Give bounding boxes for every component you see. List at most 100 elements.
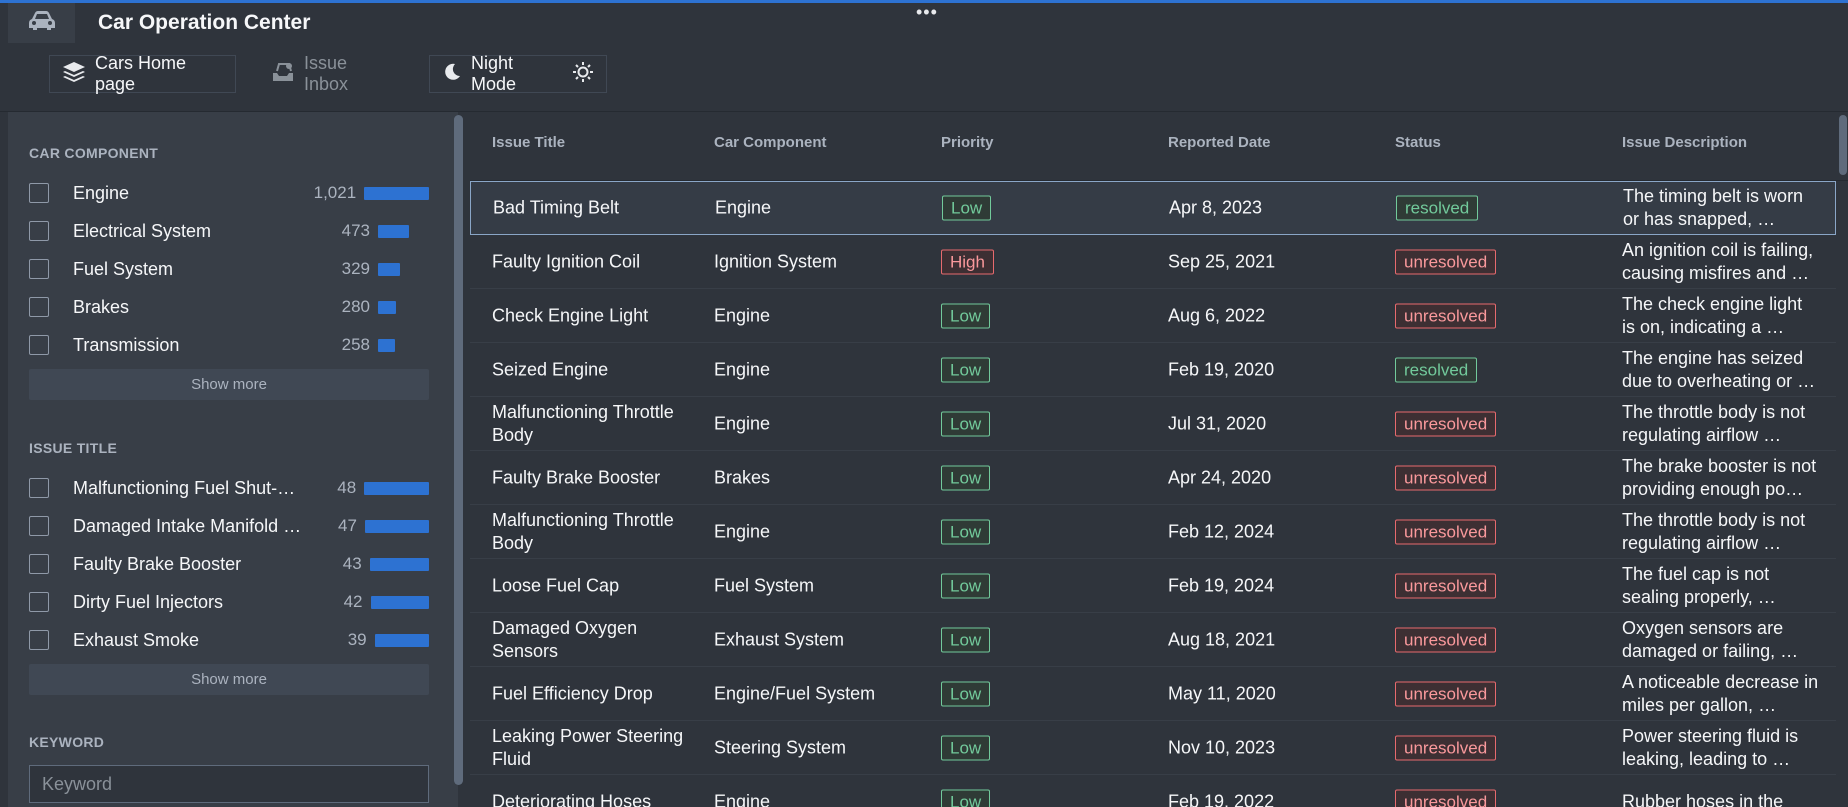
status-tag: resolved	[1395, 357, 1478, 382]
priority-tag: Low	[941, 573, 991, 598]
facet-count-bar	[378, 300, 396, 314]
status-tag: resolved	[1396, 195, 1479, 221]
facet-count-bar	[370, 595, 429, 609]
inbox-icon	[271, 61, 295, 88]
night-mode-toggle[interactable]: Night Mode	[429, 53, 607, 94]
component-facet-row[interactable]: Engine 1,021	[29, 178, 429, 208]
facet-count: 258	[341, 335, 370, 354]
sidebar-scrollbar[interactable]	[454, 115, 463, 785]
issue-title-facet-row[interactable]: Faulty Brake Booster 43	[29, 549, 429, 579]
car-component-cell: Steering System	[714, 737, 847, 757]
issue-title-facet-row[interactable]: Malfunctioning Fuel Shut-Off… 48	[29, 473, 429, 503]
facet-label: Faulty Brake Booster	[73, 553, 242, 574]
status-tag: unresolved	[1395, 465, 1497, 490]
facet-checkbox[interactable]	[29, 183, 49, 203]
cars-home-page-button[interactable]: Cars Home page	[49, 53, 236, 94]
car-component-cell: Engine	[714, 521, 771, 541]
priority-tag: Low	[941, 789, 991, 807]
header-car-component[interactable]: Car Component	[714, 134, 827, 151]
table-row[interactable]: Malfunctioning Throttle Body Engine Low Feb…	[470, 505, 1836, 559]
header-issue-description[interactable]: Issue Description	[1622, 134, 1747, 151]
table-row[interactable]: Loose Fuel Cap Fuel System Low Feb 19, 2024…	[470, 559, 1836, 613]
facet-checkbox[interactable]	[29, 554, 49, 574]
table-row[interactable]: Damaged Oxygen Sensors Exhaust System Low A…	[470, 613, 1836, 667]
table-row[interactable]: Deteriorating Hoses Engine Low Feb 19, 2022…	[470, 775, 1836, 807]
table-row[interactable]: Faulty Brake Booster Brakes Low Apr 24, 202…	[470, 451, 1836, 505]
car-component-cell: Exhaust System	[714, 629, 845, 649]
facet-label: Engine	[73, 182, 130, 203]
status-tag: unresolved	[1395, 519, 1497, 544]
table-row[interactable]: Leaking Power Steering Fluid Steering Sys…	[470, 721, 1836, 775]
issue-description-cell: A noticeable decrease in miles per gallo…	[1622, 671, 1819, 715]
issue-description-cell: The engine has seized due to overheating…	[1622, 347, 1816, 391]
issue-title-facet-row[interactable]: Damaged Intake Manifold Ga… 47	[29, 511, 430, 541]
facet-label: Malfunctioning Fuel Shut-Off…	[73, 477, 307, 498]
facet-count-bar	[364, 519, 430, 533]
facet-checkbox[interactable]	[29, 592, 49, 612]
facet-count-bar	[364, 186, 429, 200]
facet-checkbox[interactable]	[29, 297, 49, 317]
reported-date-cell: May 11, 2020	[1168, 683, 1276, 703]
facet-checkbox[interactable]	[29, 335, 49, 355]
status-tag: unresolved	[1395, 789, 1497, 807]
status-tag: unresolved	[1395, 627, 1497, 652]
table-row[interactable]: Fuel Efficiency Drop Engine/Fuel System Lo…	[470, 667, 1836, 721]
table-scrollbar[interactable]	[1839, 115, 1847, 175]
facet-count: 42	[343, 592, 363, 611]
header-priority[interactable]: Priority	[941, 134, 994, 151]
table-row[interactable]: Check Engine Light Engine Low Aug 6, 2022 un…	[470, 289, 1836, 343]
issue-title-cell: Fuel Efficiency Drop	[492, 683, 653, 703]
facet-label: Exhaust Smoke	[73, 629, 200, 650]
car-component-heading: CAR COMPONENT	[29, 145, 159, 161]
logo[interactable]	[8, 3, 75, 43]
facet-checkbox[interactable]	[29, 478, 49, 498]
issue-description-cell: An ignition coil is failing, causing mis…	[1622, 239, 1814, 283]
status-tag: unresolved	[1395, 249, 1497, 274]
component-facet-row[interactable]: Electrical System 473	[29, 216, 429, 246]
issue-description-cell: Rubber hoses in the	[1622, 791, 1784, 807]
priority-tag: Low	[941, 681, 991, 706]
component-facet-row[interactable]: Fuel System 329	[29, 254, 429, 284]
reported-date-cell: Feb 19, 2020	[1168, 359, 1275, 379]
issue-title-cell: Faulty Ignition Coil	[492, 251, 641, 271]
reported-date-cell: Apr 8, 2023	[1169, 197, 1263, 218]
show-more-issues-button[interactable]: Show more	[29, 664, 429, 695]
facet-count-bar	[374, 633, 429, 647]
facet-count: 48	[337, 478, 357, 497]
issue-inbox-button[interactable]: Issue Inbox	[258, 53, 408, 94]
reported-date-cell: Aug 6, 2022	[1168, 305, 1266, 325]
facet-checkbox[interactable]	[29, 516, 49, 536]
status-tag: unresolved	[1395, 573, 1497, 598]
table-row[interactable]: Bad Timing Belt Engine Low Apr 8, 2023 resol…	[470, 181, 1836, 235]
issue-title-cell: Deteriorating Hoses	[492, 791, 652, 807]
priority-tag: Low	[941, 465, 991, 490]
header-reported-date[interactable]: Reported Date	[1168, 134, 1271, 151]
facet-count: 473	[341, 221, 370, 240]
car-component-cell: Engine	[714, 305, 771, 325]
priority-tag: Low	[941, 303, 991, 328]
issue-title-facet-row[interactable]: Dirty Fuel Injectors 42	[29, 587, 429, 617]
priority-tag: Low	[942, 195, 992, 221]
table-row[interactable]: Malfunctioning Throttle Body Engine Low Jul…	[470, 397, 1836, 451]
show-more-components-button[interactable]: Show more	[29, 369, 429, 400]
header-issue-title[interactable]: Issue Title	[492, 134, 565, 151]
reported-date-cell: Feb 19, 2024	[1168, 575, 1275, 595]
header-status[interactable]: Status	[1395, 134, 1441, 151]
car-icon	[27, 10, 57, 37]
facet-label: Transmission	[73, 334, 180, 355]
keyword-input[interactable]	[29, 765, 429, 803]
more-icon[interactable]: •••	[916, 3, 938, 21]
table-row[interactable]: Seized Engine Engine Low Feb 19, 2020 resolv…	[470, 343, 1836, 397]
facet-checkbox[interactable]	[29, 630, 49, 650]
facet-checkbox[interactable]	[29, 221, 49, 241]
component-facet-row[interactable]: Transmission 258	[29, 330, 429, 360]
facet-count-bar	[378, 262, 400, 276]
table-row[interactable]: Faulty Ignition Coil Ignition System High S…	[470, 235, 1836, 289]
issue-title-facet-row[interactable]: Exhaust Smoke 39	[29, 625, 429, 655]
component-facet-row[interactable]: Brakes 280	[29, 292, 429, 322]
facet-checkbox[interactable]	[29, 259, 49, 279]
priority-tag: High	[941, 249, 994, 274]
car-component-cell: Engine/Fuel System	[714, 683, 876, 703]
sun-icon	[572, 61, 594, 88]
reported-date-cell: Apr 24, 2020	[1168, 467, 1272, 487]
